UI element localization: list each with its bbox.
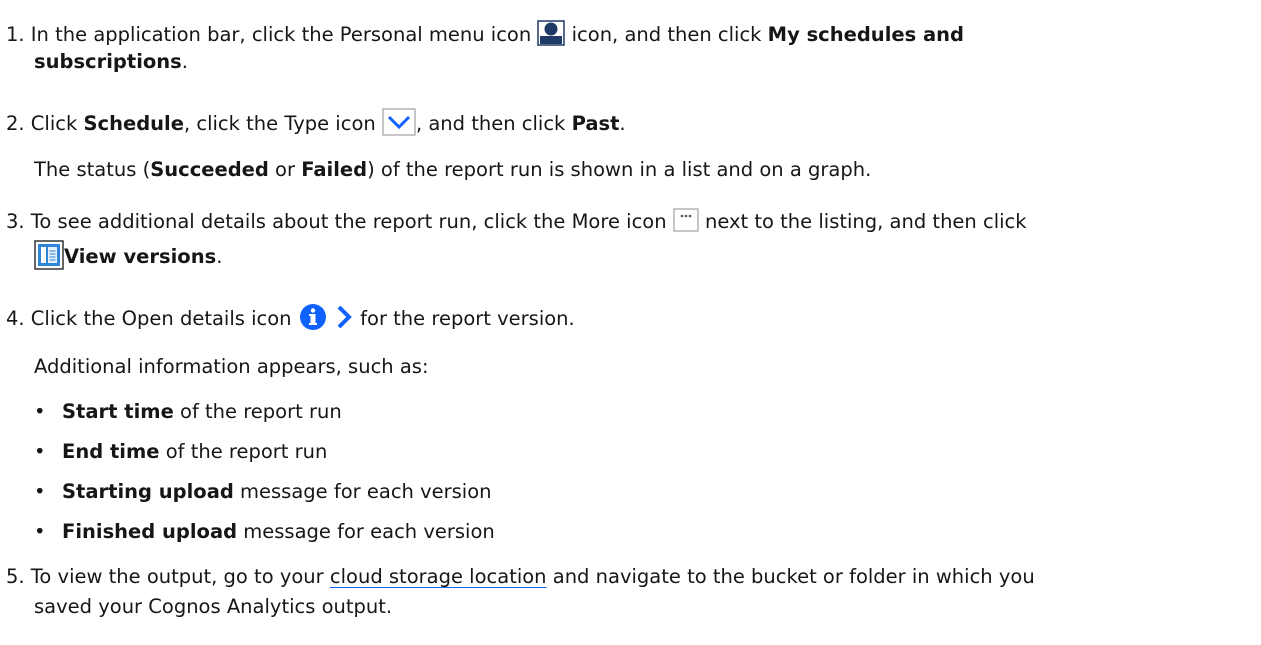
- step-1: 1. In the application bar, click the Per…: [6, 20, 964, 51]
- step-3: 3. To see additional details about the r…: [6, 208, 1027, 237]
- view-versions-icon[interactable]: [34, 240, 64, 275]
- step-number: 2.: [6, 112, 25, 135]
- ui-term: Past: [571, 112, 620, 135]
- list-item-text: of the report run: [159, 440, 328, 463]
- step-text: Click: [24, 112, 84, 135]
- bullet: •: [34, 400, 46, 423]
- more-icon[interactable]: [673, 208, 699, 237]
- step-text: To see additional details about the repo…: [24, 210, 673, 233]
- list-item: • Start time of the report run: [34, 400, 342, 423]
- step-number: 3.: [6, 210, 25, 233]
- step-5: 5. To view the output, go to your cloud …: [6, 565, 1035, 588]
- bullet: •: [34, 520, 46, 543]
- ui-term: Schedule: [83, 112, 184, 135]
- list-item-term: Finished upload: [62, 520, 238, 543]
- step-4-note: Additional information appears, such as:: [34, 355, 429, 378]
- step-text: , and then click: [415, 112, 572, 135]
- step-text: icon, and then click: [565, 23, 768, 46]
- list-item-term: Start time: [62, 400, 174, 423]
- info-icon[interactable]: [298, 302, 328, 337]
- list-item-text: message for each version: [237, 520, 495, 543]
- note-text: ) of the report run is shown in a list a…: [367, 158, 872, 181]
- punctuation: .: [181, 50, 188, 73]
- list-item: • Finished upload message for each versio…: [34, 520, 495, 543]
- step-text: In the application bar, click the Person…: [24, 23, 538, 46]
- step-number: 5.: [6, 565, 25, 588]
- list-item-term: End time: [62, 440, 160, 463]
- step-text: , click the Type icon: [183, 112, 382, 135]
- bullet: •: [34, 440, 46, 463]
- step-number: 4.: [6, 307, 25, 330]
- step-text: Click the Open details icon: [24, 307, 298, 330]
- step-2: 2. Click Schedule, click the Type icon ,…: [6, 108, 626, 141]
- list-item-term: Starting upload: [62, 480, 234, 503]
- personal-menu-icon[interactable]: [537, 20, 566, 51]
- note-text: Additional information appears, such as:: [34, 355, 429, 378]
- step-text: for the report version.: [353, 307, 575, 330]
- bullet: •: [34, 480, 46, 503]
- note-text: The status (: [34, 158, 151, 181]
- step-3-continued: View versions.: [34, 240, 222, 275]
- chevron-down-icon[interactable]: [382, 108, 416, 141]
- step-number: 1.: [6, 23, 25, 46]
- list-item: • Starting upload message for each versio…: [34, 480, 492, 503]
- list-item-text: message for each version: [233, 480, 492, 503]
- status-term: Succeeded: [150, 158, 269, 181]
- list-item: • End time of the report run: [34, 440, 327, 463]
- cloud-storage-location-link[interactable]: cloud storage location: [330, 565, 547, 588]
- step-text: and navigate to the bucket or folder in …: [546, 565, 1035, 588]
- menu-item-name: My schedules and: [767, 23, 964, 46]
- menu-item-name: View versions: [64, 245, 217, 268]
- step-2-note: The status (Succeeded or Failed) of the …: [34, 158, 871, 181]
- note-text: or: [268, 158, 302, 181]
- chevron-right-icon[interactable]: [334, 303, 354, 336]
- step-text: To view the output, go to your: [24, 565, 330, 588]
- menu-item-name: subscriptions: [34, 50, 182, 73]
- step-text: next to the listing, and then click: [698, 210, 1027, 233]
- step-1-continued: subscriptions.: [34, 50, 188, 73]
- step-4: 4. Click the Open details icon for the r…: [6, 302, 575, 337]
- status-term: Failed: [301, 158, 368, 181]
- step-text: saved your Cognos Analytics output.: [34, 595, 393, 618]
- punctuation: .: [619, 112, 626, 135]
- step-5-continued: saved your Cognos Analytics output.: [34, 595, 392, 618]
- punctuation: .: [216, 245, 223, 268]
- list-item-text: of the report run: [173, 400, 342, 423]
